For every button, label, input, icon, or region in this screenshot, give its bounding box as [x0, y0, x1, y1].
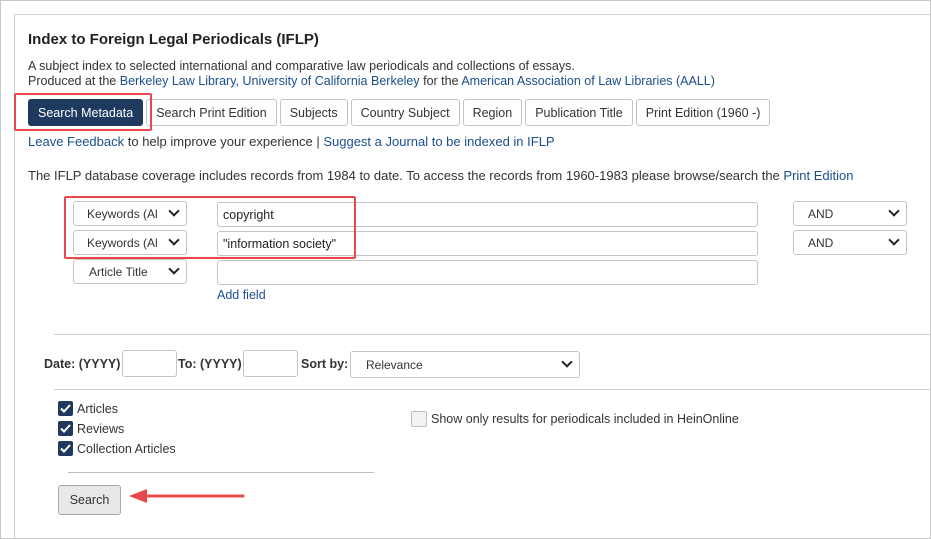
field-select-3[interactable]: Article Title: [73, 259, 187, 284]
checkmark-icon: [58, 441, 73, 456]
sort-select[interactable]: Relevance: [350, 351, 580, 378]
operator-select-1[interactable]: AND: [793, 201, 907, 226]
chevron-down-icon: [168, 263, 180, 275]
tab-search-print-edition[interactable]: Search Print Edition: [146, 99, 277, 126]
search-input-3[interactable]: [217, 260, 758, 285]
feedback-line: Leave Feedback to help improve your expe…: [28, 134, 555, 149]
date-to-input[interactable]: [243, 350, 298, 377]
leave-feedback-link[interactable]: Leave Feedback: [28, 134, 124, 149]
checkbox-collection-articles-label: Collection Articles: [77, 441, 176, 456]
berkeley-link[interactable]: Berkeley Law Library, University of Cali…: [120, 74, 420, 88]
divider: [68, 472, 374, 473]
tab-publication-title[interactable]: Publication Title: [525, 99, 633, 126]
produced-by: Produced at the Berkeley Law Library, Un…: [28, 74, 715, 88]
divider: [54, 334, 931, 335]
produced-mid: for the: [419, 74, 462, 88]
date-from-label: Date: (YYYY): [44, 357, 121, 371]
checkbox-heinonline-only-label: Show only results for periodicals includ…: [431, 412, 739, 426]
sort-select-value: Relevance: [366, 357, 423, 372]
checkbox-reviews[interactable]: Reviews: [58, 421, 124, 436]
page-title: Index to Foreign Legal Periodicals (IFLP…: [28, 31, 319, 48]
description: A subject index to selected internationa…: [28, 59, 575, 73]
tab-print-edition-1960[interactable]: Print Edition (1960 -): [635, 99, 771, 126]
tab-subjects[interactable]: Subjects: [279, 99, 348, 126]
coverage-note: The IFLP database coverage includes reco…: [28, 168, 854, 183]
checkbox-articles-label: Articles: [77, 401, 118, 416]
date-from-input[interactable]: [122, 350, 177, 377]
operator-select-2-value: AND: [808, 235, 834, 250]
checkmark-icon: [58, 401, 73, 416]
highlight-box-fields: [64, 196, 356, 259]
operator-select-2[interactable]: AND: [793, 230, 907, 255]
suggest-journal-link[interactable]: Suggest a Journal to be indexed in IFLP: [323, 134, 554, 149]
operator-select-1-value: AND: [808, 206, 834, 221]
checkbox-empty-icon: [411, 411, 427, 427]
chevron-down-icon: [888, 234, 900, 246]
arrow-left-icon: [129, 489, 245, 503]
checkbox-collection-articles[interactable]: Collection Articles: [58, 441, 176, 456]
divider: [54, 389, 931, 390]
checkbox-reviews-label: Reviews: [77, 421, 125, 436]
chevron-down-icon: [561, 356, 573, 368]
date-to-label: To: (YYYY): [178, 357, 242, 371]
tab-country-subject[interactable]: Country Subject: [350, 99, 460, 126]
search-button[interactable]: Search: [58, 485, 121, 515]
aall-link[interactable]: American Association of Law Libraries (A…: [461, 74, 715, 88]
sort-label: Sort by:: [301, 357, 349, 371]
print-edition-link[interactable]: Print Edition: [783, 168, 853, 183]
highlight-box-tab: [14, 93, 152, 131]
field-select-3-value: Article Title: [89, 264, 148, 279]
produced-prefix: Produced at the: [28, 74, 120, 88]
checkbox-heinonline-only[interactable]: Show only results for periodicals includ…: [411, 411, 739, 427]
coverage-text: The IFLP database coverage includes reco…: [28, 168, 784, 183]
feedback-text: to help improve your experience |: [124, 134, 324, 149]
chevron-down-icon: [888, 205, 900, 217]
checkbox-articles[interactable]: Articles: [58, 401, 118, 416]
add-field-link[interactable]: Add field: [217, 288, 266, 302]
checkmark-icon: [58, 421, 73, 436]
tab-region[interactable]: Region: [462, 99, 523, 126]
